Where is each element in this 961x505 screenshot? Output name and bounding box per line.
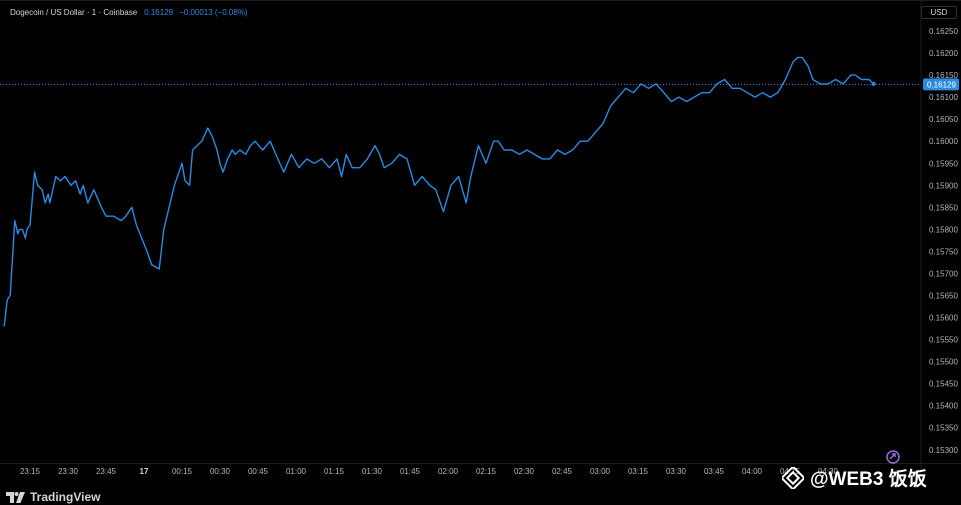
watermark-text: @WEB3 饭饭 bbox=[810, 469, 927, 490]
last-price: 0.16129 bbox=[144, 8, 174, 17]
x-tick-label: 00:30 bbox=[210, 467, 231, 476]
binance-diamond-icon bbox=[782, 466, 804, 489]
y-tick-label: 0.15700 bbox=[929, 269, 958, 278]
price-change: −0.00013 (−0.08%) bbox=[179, 8, 248, 17]
y-tick-label: 0.15950 bbox=[929, 159, 958, 168]
y-tick-label: 0.15900 bbox=[929, 181, 958, 190]
y-tick-label: 0.15500 bbox=[929, 358, 958, 367]
x-tick-label: 01:30 bbox=[362, 467, 383, 476]
x-tick-label: 23:30 bbox=[58, 467, 79, 476]
x-tick-label: 04:00 bbox=[742, 467, 763, 476]
x-tick-label: 02:15 bbox=[476, 467, 497, 476]
y-tick-label: 0.15850 bbox=[929, 203, 958, 212]
y-tick-label: 0.15600 bbox=[929, 314, 958, 323]
watermark: @WEB3 饭饭 bbox=[782, 464, 927, 491]
price-chart[interactable]: 0.162500.162000.161500.161000.160500.160… bbox=[0, 0, 961, 505]
x-tick-label: 01:00 bbox=[286, 467, 307, 476]
y-tick-label: 0.15300 bbox=[929, 446, 958, 455]
y-tick-label: 0.15550 bbox=[929, 336, 958, 345]
price-series-line[interactable] bbox=[3, 56, 875, 327]
y-tick-label: 0.16250 bbox=[929, 27, 958, 36]
scroll-to-realtime-icon[interactable] bbox=[886, 450, 900, 464]
x-tick-label: 17 bbox=[140, 467, 149, 476]
x-tick-label: 00:45 bbox=[248, 467, 269, 476]
y-tick-label: 0.16200 bbox=[929, 49, 958, 58]
x-tick-label: 02:45 bbox=[552, 467, 573, 476]
y-tick-label: 0.16100 bbox=[929, 93, 958, 102]
y-tick-label: 0.16000 bbox=[929, 137, 958, 146]
x-tick-label: 23:15 bbox=[20, 467, 41, 476]
y-tick-label: 0.16050 bbox=[929, 115, 958, 124]
current-price-tag-label: 0.16129 bbox=[927, 80, 956, 89]
tradingview-logo-icon bbox=[6, 491, 25, 503]
x-tick-label: 02:30 bbox=[514, 467, 535, 476]
y-tick-label: 0.15450 bbox=[929, 380, 958, 389]
y-tick-label: 0.15800 bbox=[929, 225, 958, 234]
x-tick-label: 01:15 bbox=[324, 467, 345, 476]
x-tick-label: 02:00 bbox=[438, 467, 459, 476]
x-tick-label: 00:15 bbox=[172, 467, 193, 476]
y-tick-label: 0.15650 bbox=[929, 291, 958, 300]
tradingview-logo-text: TradingView bbox=[30, 490, 101, 504]
x-tick-label: 01:45 bbox=[400, 467, 421, 476]
x-tick-label: 03:15 bbox=[628, 467, 649, 476]
currency-unit-button[interactable]: USD bbox=[921, 6, 957, 19]
symbol-legend: Dogecoin / US Dollar · 1 · Coinbase 0.16… bbox=[10, 8, 248, 17]
x-tick-label: 03:30 bbox=[666, 467, 687, 476]
symbol-title[interactable]: Dogecoin / US Dollar · 1 · Coinbase bbox=[10, 8, 137, 17]
y-tick-label: 0.15400 bbox=[929, 402, 958, 411]
x-tick-label: 23:45 bbox=[96, 467, 117, 476]
last-price-dot bbox=[871, 81, 876, 86]
y-tick-label: 0.15750 bbox=[929, 247, 958, 256]
x-tick-label: 03:00 bbox=[590, 467, 611, 476]
tradingview-logo[interactable]: TradingView bbox=[6, 490, 100, 504]
x-tick-label: 03:45 bbox=[704, 467, 725, 476]
y-tick-label: 0.15350 bbox=[929, 424, 958, 433]
